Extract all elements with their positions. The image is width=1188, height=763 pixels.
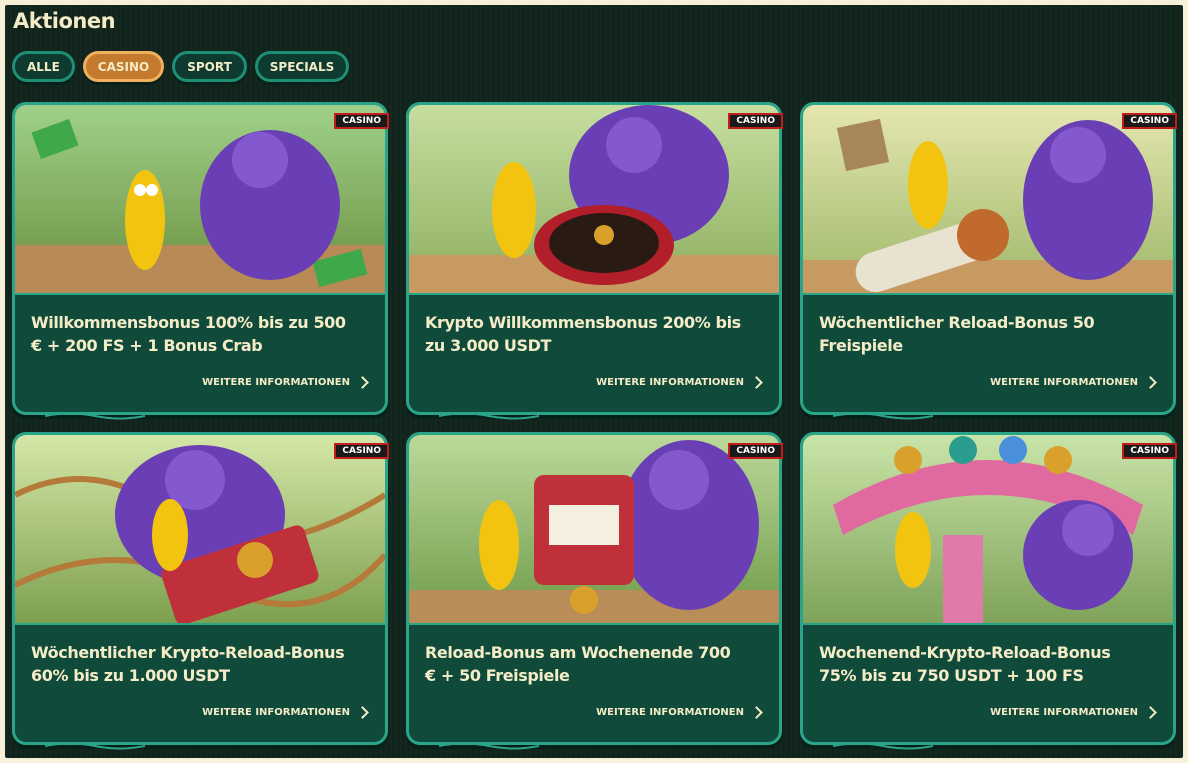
promo-title: Willkommensbonus 100% bis zu 500 € + 200… (31, 313, 346, 355)
chevron-right-icon (356, 376, 369, 389)
more-info-label: Weitere Informationen (202, 707, 350, 718)
chevron-right-icon (1144, 376, 1157, 389)
promo-image (409, 435, 779, 623)
more-info-link[interactable]: Weitere Informationen (596, 376, 763, 389)
promo-image (803, 105, 1173, 293)
promo-card[interactable]: Casino Wöchentlicher Reload-Bonus 50 Fre… (800, 102, 1177, 420)
casino-badge: Casino (1122, 443, 1177, 459)
promo-card[interactable]: Casino Wochenend-Krypto-Reload-Bonus 75%… (800, 432, 1177, 750)
casino-badge: Casino (1122, 113, 1177, 129)
more-info-label: Weitere Informationen (596, 377, 744, 388)
promo-body: Reload-Bonus am Wochenende 700 € + 50 Fr… (409, 623, 779, 742)
vine-decoration (439, 412, 539, 420)
more-info-label: Weitere Informationen (596, 707, 744, 718)
more-info-link[interactable]: Weitere Informationen (990, 376, 1157, 389)
promo-body: Willkommensbonus 100% bis zu 500 € + 200… (15, 293, 385, 412)
more-info-link[interactable]: Weitere Informationen (202, 706, 369, 719)
more-info-link[interactable]: Weitere Informationen (596, 706, 763, 719)
more-info-link[interactable]: Weitere Informationen (990, 706, 1157, 719)
page-title: Aktionen (13, 9, 116, 33)
filter-tabs: Alle Casino Sport Specials (12, 51, 350, 82)
promo-title: Wöchentlicher Krypto-Reload-Bonus 60% bi… (31, 643, 345, 685)
promo-card[interactable]: Casino Krypto Willkommensbonus 200% bis … (406, 102, 783, 420)
promo-image (409, 105, 779, 293)
page-frame: Aktionen Alle Casino Sport Specials (5, 5, 1183, 758)
more-info-link[interactable]: Weitere Informationen (202, 376, 369, 389)
chevron-right-icon (356, 706, 369, 719)
filter-all[interactable]: Alle (12, 51, 75, 82)
promo-card[interactable]: Casino Reload-Bonus am Wochenende 700 € … (406, 432, 783, 750)
promo-image (803, 435, 1173, 623)
vine-decoration (833, 412, 933, 420)
promo-image (15, 435, 385, 623)
chevron-right-icon (750, 706, 763, 719)
promo-title: Wochenend-Krypto-Reload-Bonus 75% bis zu… (819, 643, 1111, 685)
vine-decoration (45, 742, 145, 750)
vine-decoration (833, 742, 933, 750)
promo-body: Wöchentlicher Reload-Bonus 50 Freispiele… (803, 293, 1173, 412)
more-info-label: Weitere Informationen (202, 377, 350, 388)
casino-badge: Casino (728, 443, 783, 459)
casino-badge: Casino (334, 113, 389, 129)
chevron-right-icon (750, 376, 763, 389)
promo-body: Krypto Willkommensbonus 200% bis zu 3.00… (409, 293, 779, 412)
more-info-label: Weitere Informationen (990, 377, 1138, 388)
more-info-label: Weitere Informationen (990, 707, 1138, 718)
filter-specials[interactable]: Specials (254, 51, 350, 82)
vine-decoration (45, 412, 145, 420)
casino-badge: Casino (334, 443, 389, 459)
promo-body: Wochenend-Krypto-Reload-Bonus 75% bis zu… (803, 623, 1173, 742)
casino-badge: Casino (728, 113, 783, 129)
filter-sport[interactable]: Sport (172, 51, 247, 82)
promo-title: Krypto Willkommensbonus 200% bis zu 3.00… (425, 313, 741, 355)
promo-body: Wöchentlicher Krypto-Reload-Bonus 60% bi… (15, 623, 385, 742)
filter-casino[interactable]: Casino (82, 51, 165, 82)
vine-decoration (439, 742, 539, 750)
promo-card[interactable]: Casino Wöchentlicher Krypto-Reload-Bonus… (12, 432, 389, 750)
promo-image (15, 105, 385, 293)
promo-title: Reload-Bonus am Wochenende 700 € + 50 Fr… (425, 643, 731, 685)
chevron-right-icon (1144, 706, 1157, 719)
promo-title: Wöchentlicher Reload-Bonus 50 Freispiele (819, 313, 1095, 355)
promo-card[interactable]: Casino Willkommensbonus 100% bis zu 500 … (12, 102, 389, 420)
